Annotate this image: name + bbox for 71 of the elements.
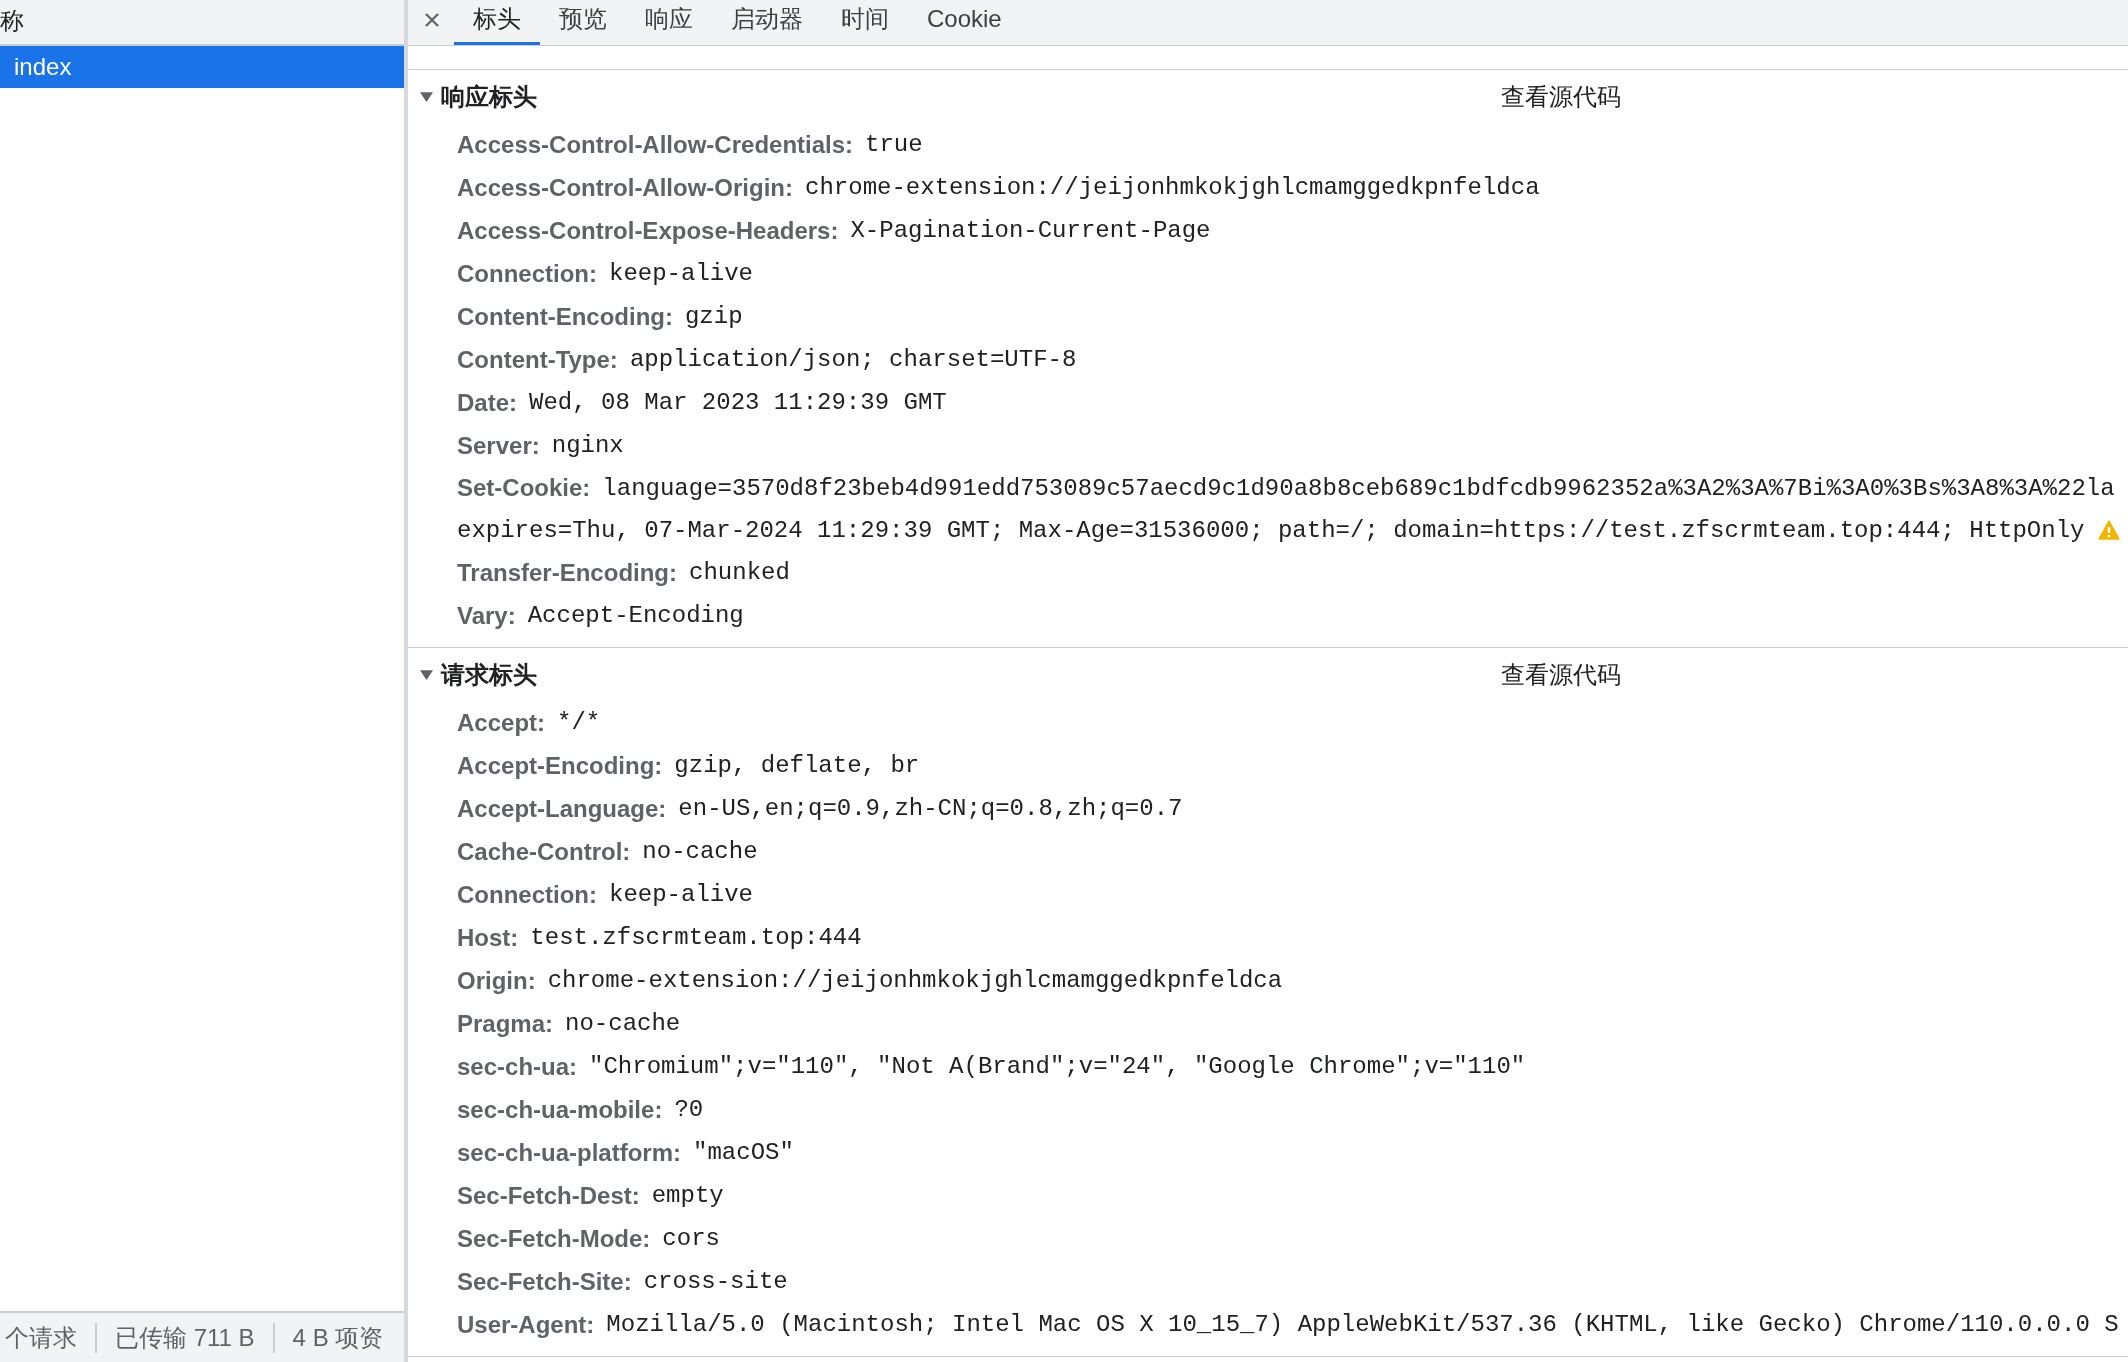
header-value: no-cache bbox=[565, 1010, 681, 1037]
header-name: Connection: bbox=[457, 259, 597, 288]
tab[interactable]: 预览 bbox=[540, 0, 626, 45]
header-value: no-cache bbox=[642, 838, 758, 865]
header-name: Origin: bbox=[457, 966, 536, 995]
header-name: Date: bbox=[457, 388, 517, 417]
header-value: */* bbox=[557, 709, 601, 736]
tab[interactable]: 时间 bbox=[822, 0, 908, 45]
header-value: en-US,en;q=0.9,zh-CN;q=0.8,zh;q=0.7 bbox=[678, 795, 1183, 822]
section-toggle[interactable]: 响应标头 bbox=[420, 80, 537, 113]
header-name: Sec-Fetch-Site: bbox=[457, 1267, 632, 1296]
header-value: application/json; charset=UTF-8 bbox=[629, 346, 1077, 373]
header-name: Cache-Control: bbox=[457, 837, 631, 866]
header-name: Server: bbox=[457, 431, 540, 460]
header-value: gzip, deflate, br bbox=[674, 752, 920, 779]
view-source-button[interactable]: 查看源代码 bbox=[1501, 658, 1621, 691]
status-text: 已传输 711 B bbox=[95, 1322, 273, 1353]
header-name: sec-ch-ua-platform: bbox=[457, 1138, 682, 1167]
header-value: chrome-extension://jeijonhmkokjghlcmamggedkpnfeldca bbox=[805, 174, 1540, 201]
header-name: sec-ch-ua: bbox=[457, 1052, 578, 1081]
section-toggle[interactable]: 请求标头 bbox=[420, 658, 537, 691]
close-icon bbox=[425, 12, 439, 27]
header-value: nginx bbox=[551, 432, 624, 459]
header-value: chrome-extension://jeijonhmkokjghlcmamggedkpnfeldca bbox=[547, 967, 1283, 994]
triangle-icon bbox=[420, 90, 433, 103]
header-name: Pragma: bbox=[457, 1009, 554, 1038]
tab[interactable]: 标头 bbox=[454, 0, 540, 45]
header-value: Mozilla/5.0 (Macintosh; Intel Mac OS X 10_15_7) AppleWebKit/537.36 (KHTML, like Gecko) Chrome/110.0.0.0 S bbox=[606, 1311, 2119, 1338]
header-value: cross-site bbox=[643, 1268, 788, 1295]
header-name: Content-Type: bbox=[457, 345, 618, 374]
header-value: Accept-Encoding bbox=[527, 602, 744, 629]
header-name: Sec-Fetch-Mode: bbox=[457, 1224, 651, 1253]
request-row[interactable]: index bbox=[0, 46, 404, 88]
header-name: Accept-Language: bbox=[457, 794, 667, 823]
header-value: gzip bbox=[684, 303, 743, 330]
header-name: Accept: bbox=[457, 708, 546, 737]
header-name: User-Agent: bbox=[457, 1310, 595, 1339]
header-name: Set-Cookie: bbox=[457, 474, 591, 502]
header-name: Transfer-Encoding: bbox=[457, 558, 678, 587]
header-value: "macOS" bbox=[693, 1139, 794, 1166]
header-value: Wed, 08 Mar 2023 11:29:39 GMT bbox=[529, 389, 947, 416]
header-value: test.zfscrmteam.top:444 bbox=[530, 924, 862, 951]
column-header[interactable]: 称 bbox=[0, 0, 404, 46]
header-name: Host: bbox=[457, 923, 519, 952]
status-text: 4 B 项资 bbox=[272, 1322, 402, 1353]
header-name: Sec-Fetch-Dest: bbox=[457, 1181, 640, 1210]
header-name: Vary: bbox=[457, 601, 516, 630]
header-name: Access-Control-Allow-Origin: bbox=[457, 173, 793, 202]
header-name: Accept-Encoding: bbox=[457, 751, 663, 780]
header-name: Access-Control-Allow-Credentials: bbox=[457, 130, 854, 159]
status-text: 个请求 bbox=[4, 1322, 78, 1353]
tab[interactable]: 启动器 bbox=[712, 0, 822, 45]
header-value: expires=Thu, 07-Mar-2024 11:29:39 GMT; Max-Age=31536000; path=/; domain=https://test.zfscrmteam.top:444; HttpOnly bbox=[457, 516, 2085, 544]
tab[interactable]: 响应 bbox=[626, 0, 712, 45]
header-value: true bbox=[865, 131, 923, 158]
header-value: empty bbox=[651, 1182, 724, 1209]
header-value: cors bbox=[662, 1225, 720, 1252]
header-value: keep-alive bbox=[609, 260, 753, 287]
header-name: Content-Encoding: bbox=[457, 302, 673, 331]
header-value: "Chromium";v="110", "Not A(Brand";v="24", "Google Chrome";v="110" bbox=[589, 1053, 1526, 1080]
header-value: language=3570d8f23beb4d991edd753089c57aecd9c1d90a8b8ceb689c1bdfcdb9962352a%3A2%3A%7Bi%3A0%3Bs%3A8%3A%22la bbox=[602, 474, 2115, 502]
header-name: Access-Control-Expose-Headers: bbox=[457, 216, 839, 245]
tab[interactable]: Cookie bbox=[908, 0, 1021, 45]
header-value: ?0 bbox=[674, 1096, 704, 1123]
header-value: chunked bbox=[689, 559, 790, 586]
header-value: keep-alive bbox=[609, 881, 753, 908]
triangle-icon bbox=[420, 668, 433, 681]
header-name: sec-ch-ua-mobile: bbox=[457, 1095, 663, 1124]
view-source-button[interactable]: 查看源代码 bbox=[1501, 80, 1621, 113]
header-value: X-Pagination-Current-Page bbox=[850, 217, 1211, 244]
header-name: Connection: bbox=[457, 880, 597, 909]
